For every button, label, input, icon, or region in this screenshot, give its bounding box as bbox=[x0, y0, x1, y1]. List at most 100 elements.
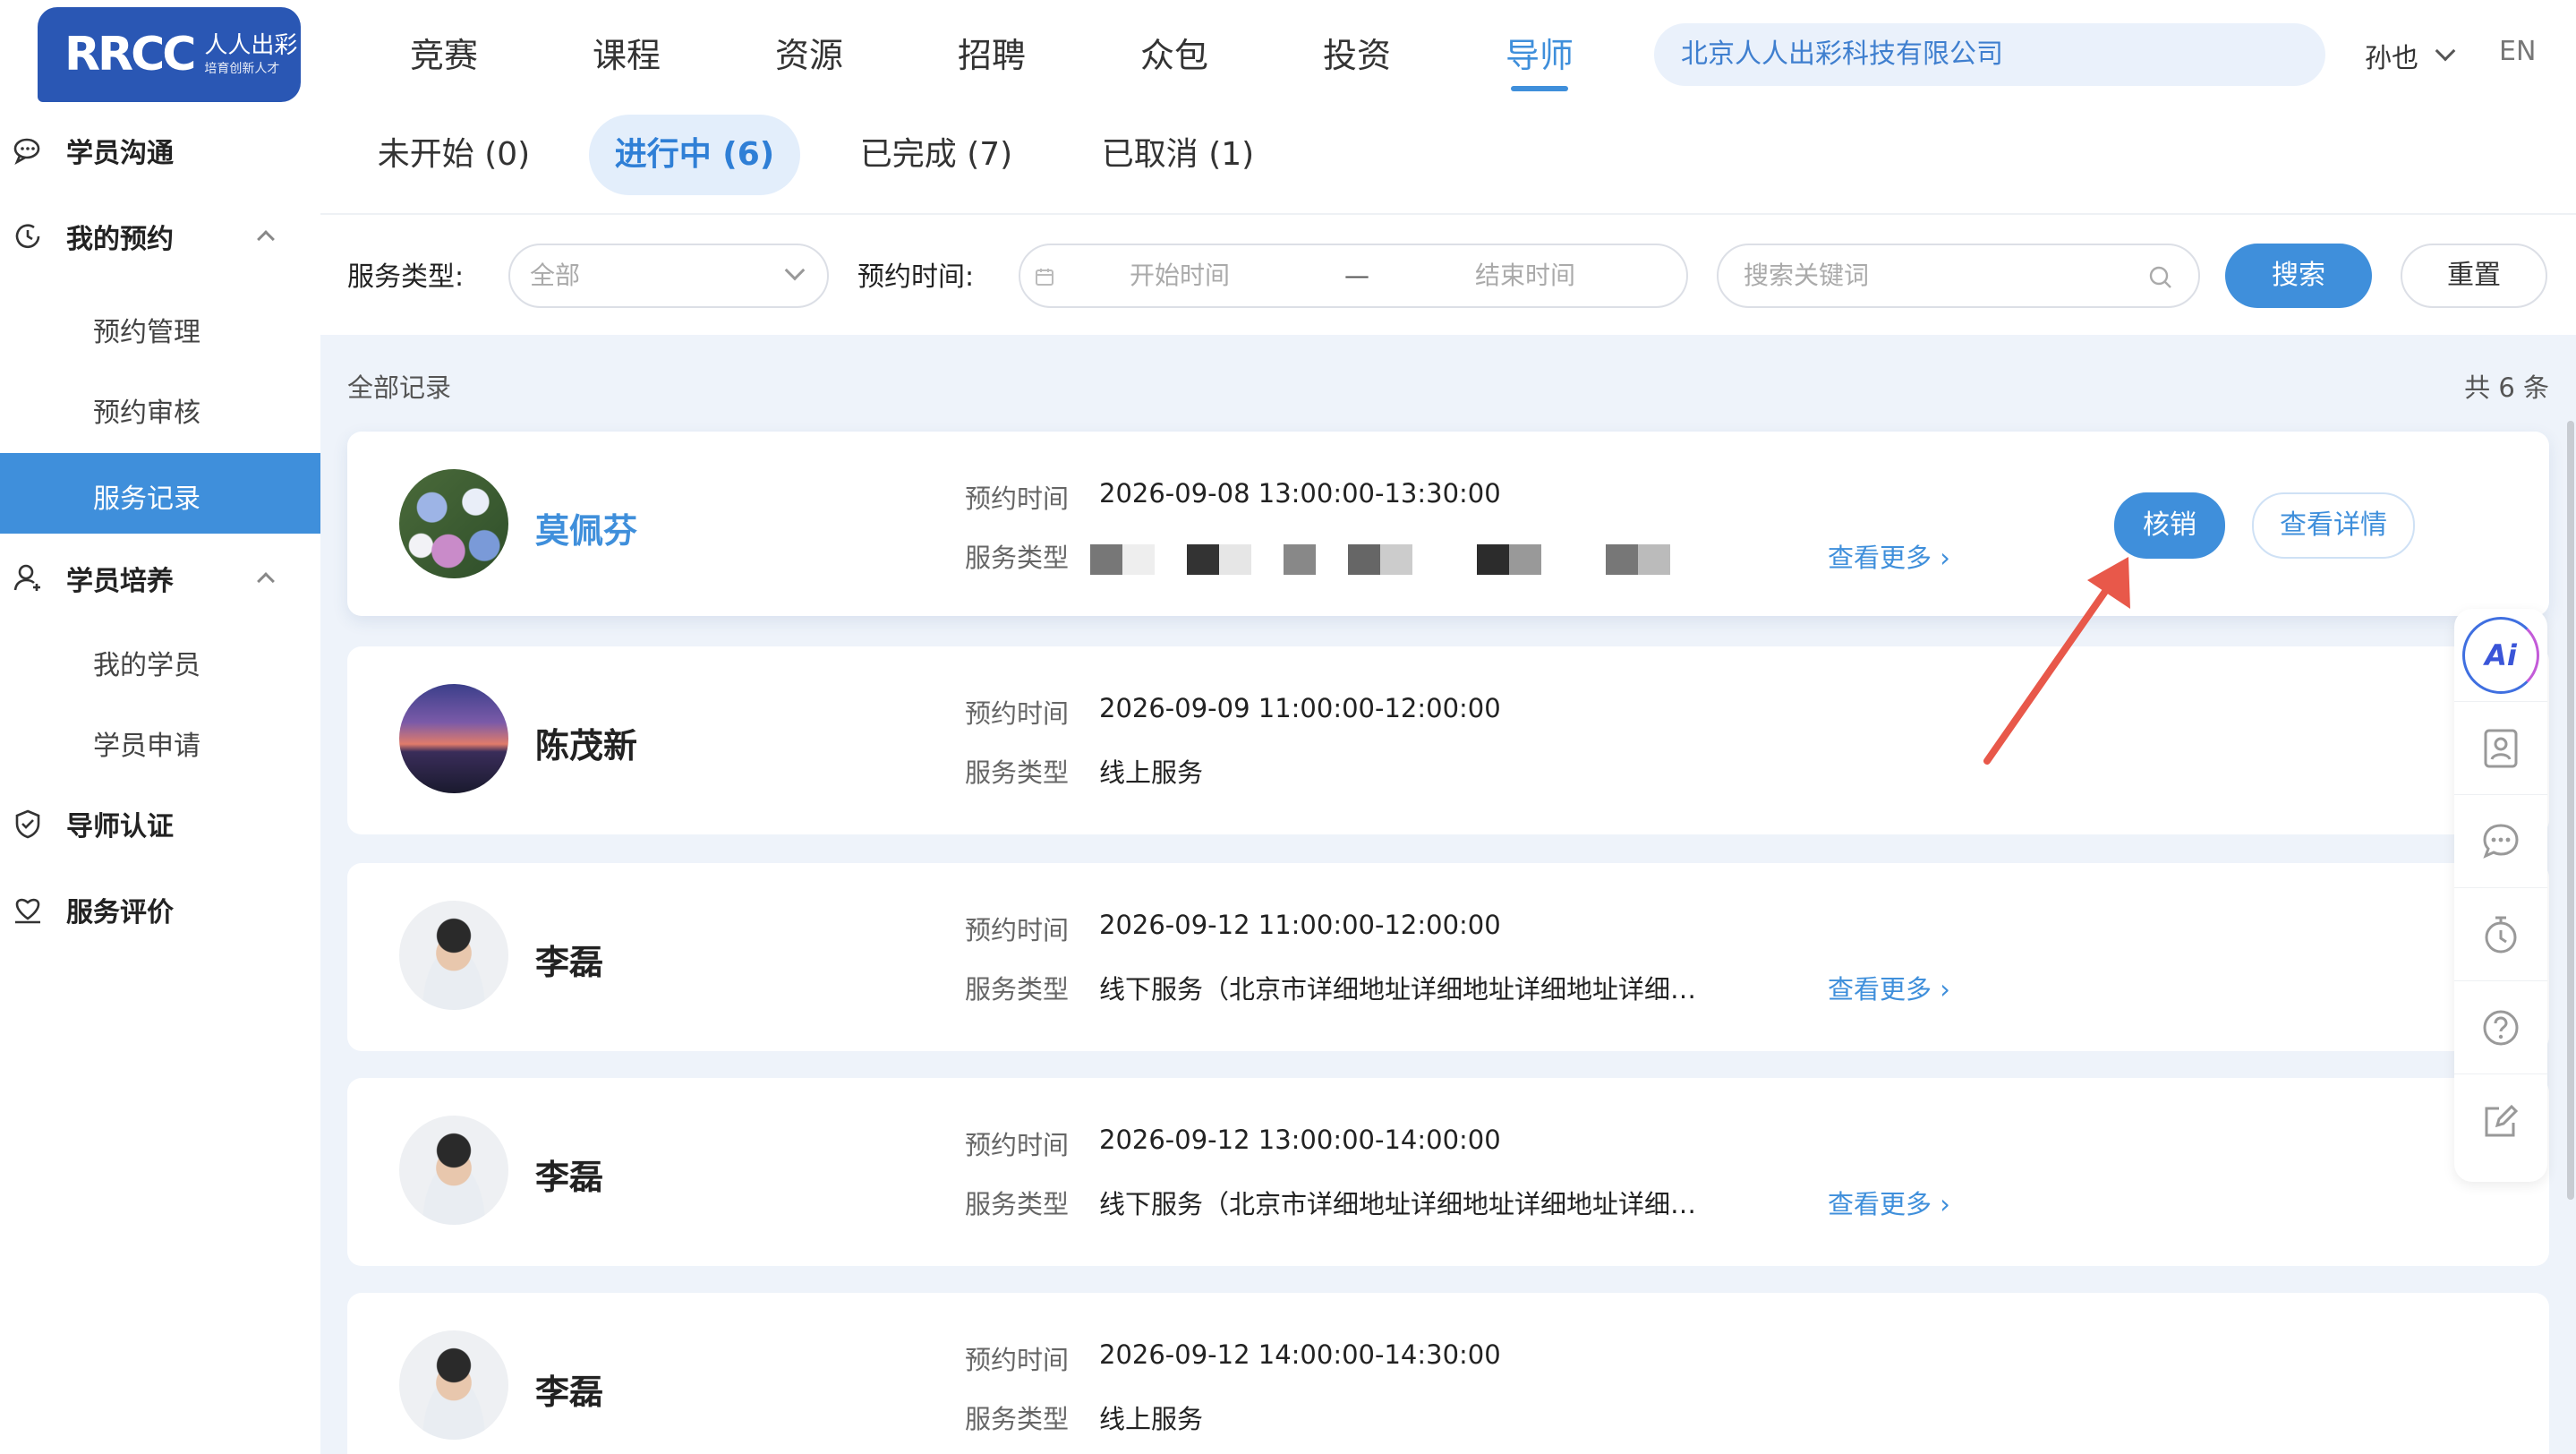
date-range-picker[interactable]: 开始时间 — 结束时间 bbox=[1019, 244, 1688, 308]
avatar bbox=[399, 1116, 508, 1225]
range-separator: — bbox=[1344, 261, 1369, 290]
edit-icon bbox=[2485, 1104, 2519, 1137]
nav-mentor[interactable]: 导师 bbox=[1448, 0, 1631, 111]
redacted-service-type bbox=[1090, 544, 1670, 575]
main-nav: 竞赛 课程 资源 招聘 众包 投资 导师 bbox=[353, 0, 1631, 111]
student-name[interactable]: 李磊 bbox=[535, 1364, 603, 1414]
sidebar-group-my-booking[interactable]: 我的预约 bbox=[0, 197, 320, 276]
time-label: 预约时间 bbox=[965, 1345, 1070, 1375]
chat-bubble-icon bbox=[2483, 823, 2519, 859]
record-card: 陈茂新 预约时间 2026-09-09 11:00:00-12:00:00 服务… bbox=[347, 646, 2549, 834]
tab-in-progress[interactable]: 进行中 (6) bbox=[589, 115, 800, 195]
end-time-input[interactable]: 结束时间 bbox=[1475, 245, 1575, 306]
sidebar-item-service-records[interactable]: 服务记录 bbox=[0, 453, 320, 534]
nav-crowdsourcing[interactable]: 众包 bbox=[1083, 0, 1266, 111]
chevron-up-icon bbox=[257, 230, 275, 248]
tab-cancelled[interactable]: 已取消 (1) bbox=[1088, 115, 1267, 195]
service-type: 线下服务（北京市详细地址详细地址详细地址详细… bbox=[1099, 1189, 1697, 1219]
view-more-link[interactable]: 查看更多 › bbox=[1828, 537, 1950, 575]
nav-resources[interactable]: 资源 bbox=[718, 0, 900, 111]
booking-time: 2026-09-09 11:00:00-12:00:00 bbox=[1099, 693, 1501, 723]
sidebar-label: 导师认证 bbox=[66, 811, 174, 842]
record-card: 莫佩芬 预约时间 2026-09-08 13:00:00-13:30:00 服务… bbox=[347, 432, 2549, 616]
tab-not-started[interactable]: 未开始 (0) bbox=[367, 115, 541, 195]
top-bar: RRCC 人人出彩 培育创新人才 竞赛 课程 资源 招聘 众包 投资 导师 北京… bbox=[0, 0, 2576, 111]
feedback-button[interactable] bbox=[2454, 1074, 2547, 1167]
user-name: 孙也 bbox=[2365, 43, 2418, 74]
booking-time: 2026-09-12 14:00:00-14:30:00 bbox=[1099, 1339, 1501, 1370]
rating-icon bbox=[15, 898, 40, 924]
sidebar-item-communicate[interactable]: 学员沟通 bbox=[0, 111, 320, 190]
type-label: 服务类型 bbox=[965, 543, 1070, 573]
time-label: 预约时间 bbox=[965, 915, 1070, 945]
type-label: 服务类型 bbox=[965, 1189, 1070, 1219]
sidebar: 学员沟通 我的预约 预约管理 预约审核 服务记录 学员培养 我的学员 学员申请 … bbox=[0, 111, 320, 1454]
shield-check-icon bbox=[15, 809, 40, 839]
sidebar-item-certification[interactable]: 导师认证 bbox=[0, 784, 320, 863]
service-type: 线上服务 bbox=[1099, 757, 1204, 788]
stopwatch-icon bbox=[2485, 916, 2517, 953]
nav-recruiting[interactable]: 招聘 bbox=[900, 0, 1083, 111]
tab-completed[interactable]: 已完成 (7) bbox=[847, 115, 1026, 195]
contact-card-button[interactable] bbox=[2454, 702, 2547, 795]
booking-time: 2026-09-12 11:00:00-12:00:00 bbox=[1099, 910, 1501, 940]
page-scrollbar[interactable] bbox=[2567, 421, 2574, 1200]
status-tabs: 未开始 (0) 进行中 (6) 已完成 (7) 已取消 (1) bbox=[320, 111, 2576, 213]
booking-time: 2026-09-08 13:00:00-13:30:00 bbox=[1099, 478, 1501, 509]
timer-button[interactable] bbox=[2454, 888, 2547, 981]
user-icon bbox=[13, 564, 40, 591]
records-title: 全部记录 bbox=[347, 372, 452, 403]
records-count: 共 6 条 bbox=[2464, 372, 2549, 403]
chevron-up-icon bbox=[257, 572, 275, 590]
student-name[interactable]: 陈茂新 bbox=[535, 718, 637, 767]
message-button[interactable] bbox=[2454, 795, 2547, 888]
student-name[interactable]: 李磊 bbox=[535, 1150, 603, 1199]
user-menu[interactable]: 孙也 bbox=[2365, 36, 2456, 75]
student-name[interactable]: 莫佩芬 bbox=[535, 503, 637, 552]
view-detail-button[interactable]: 查看详情 bbox=[2252, 492, 2415, 559]
brand-mark: RRCC bbox=[64, 28, 196, 81]
question-icon bbox=[2483, 1010, 2519, 1045]
keyword-search-input[interactable]: 搜索关键词 bbox=[1717, 244, 2200, 308]
reset-button[interactable]: 重置 bbox=[2401, 244, 2547, 308]
student-name[interactable]: 李磊 bbox=[535, 935, 603, 984]
start-time-input[interactable]: 开始时间 bbox=[1130, 245, 1230, 306]
sidebar-item-booking-management[interactable]: 预约管理 bbox=[0, 287, 320, 367]
nav-investment[interactable]: 投资 bbox=[1266, 0, 1448, 111]
chevron-down-icon bbox=[2435, 40, 2456, 62]
ai-assistant-button[interactable]: Ai bbox=[2454, 609, 2547, 702]
sidebar-item-student-applications[interactable]: 学员申请 bbox=[0, 700, 320, 781]
type-label: 服务类型 bbox=[965, 974, 1070, 1005]
nav-competition[interactable]: 竞赛 bbox=[353, 0, 535, 111]
record-card: 李磊 预约时间 2026-09-12 11:00:00-12:00:00 服务类… bbox=[347, 863, 2549, 1051]
view-more-link[interactable]: 查看更多 › bbox=[1828, 1184, 1950, 1221]
view-more-link[interactable]: 查看更多 › bbox=[1828, 969, 1950, 1006]
floating-toolbar: Ai bbox=[2454, 609, 2547, 1182]
help-button[interactable] bbox=[2454, 981, 2547, 1074]
sidebar-item-booking-review[interactable]: 预约审核 bbox=[0, 367, 320, 448]
type-label: 服务类型 bbox=[965, 1404, 1070, 1434]
nav-courses[interactable]: 课程 bbox=[535, 0, 718, 111]
brand-logo[interactable]: RRCC 人人出彩 培育创新人才 bbox=[38, 7, 301, 102]
sidebar-label: 服务评价 bbox=[66, 897, 174, 928]
sidebar-label: 学员沟通 bbox=[66, 138, 174, 169]
sidebar-label: 我的预约 bbox=[66, 224, 174, 255]
avatar bbox=[399, 684, 508, 793]
sidebar-item-my-students[interactable]: 我的学员 bbox=[0, 620, 320, 700]
company-selector[interactable]: 北京人人出彩科技有限公司 bbox=[1654, 23, 2325, 86]
sidebar-item-service-evaluation[interactable]: 服务评价 bbox=[0, 870, 320, 949]
booking-time: 2026-09-12 13:00:00-14:00:00 bbox=[1099, 1125, 1501, 1155]
brand-tagline: 培育创新人才 bbox=[204, 62, 280, 76]
filter-bar: 服务类型: 全部 预约时间: 开始时间 — 结束时间 搜索关键词 搜索 重置 bbox=[320, 213, 2576, 335]
search-icon[interactable] bbox=[2148, 265, 2173, 290]
avatar bbox=[399, 901, 508, 1010]
service-type-select[interactable]: 全部 bbox=[508, 244, 829, 308]
record-card: 李磊 预约时间 2026-09-12 14:00:00-14:30:00 服务类… bbox=[347, 1293, 2549, 1454]
booking-time-label: 预约时间: bbox=[857, 261, 975, 293]
calendar-icon bbox=[1036, 269, 1053, 286]
records-panel: 全部记录 共 6 条 莫佩芬 预约时间 2026-09-08 13:00:00-… bbox=[320, 335, 2576, 1454]
ai-icon: Ai bbox=[2462, 616, 2539, 694]
sidebar-group-training[interactable]: 学员培养 bbox=[0, 539, 320, 618]
search-button[interactable]: 搜索 bbox=[2225, 244, 2372, 308]
language-switch[interactable]: EN bbox=[2499, 36, 2536, 67]
